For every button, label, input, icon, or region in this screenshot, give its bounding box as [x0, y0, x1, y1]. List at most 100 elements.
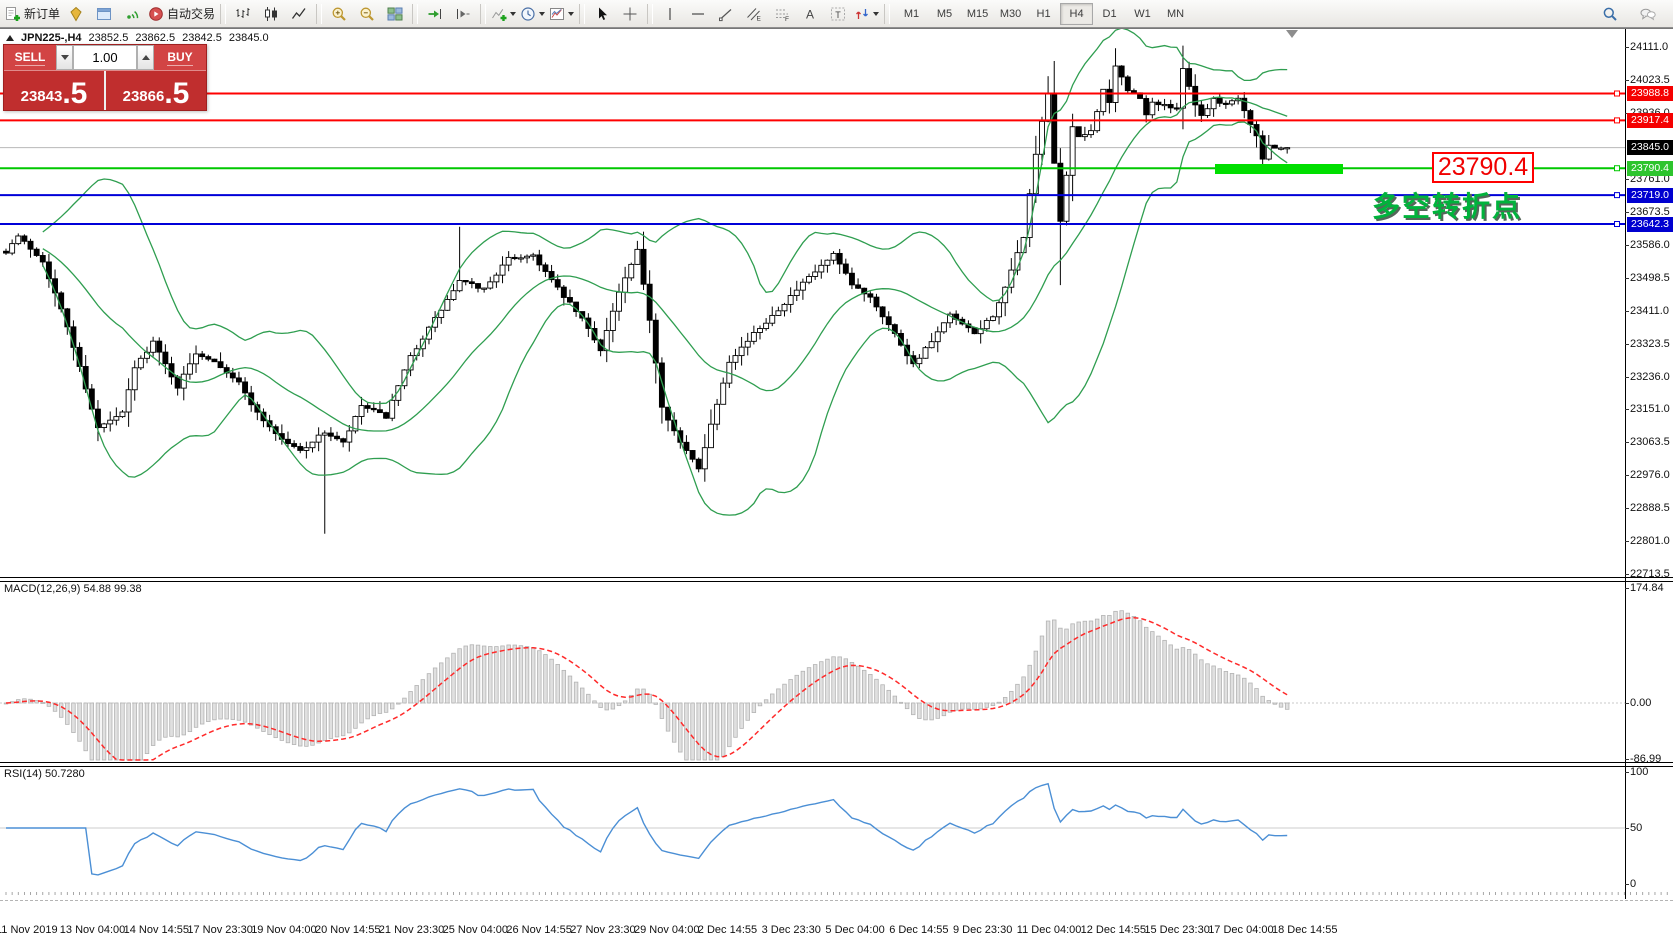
- timeframe-m5[interactable]: M5: [928, 3, 961, 25]
- candlestick-chart-button[interactable]: [257, 3, 285, 25]
- price-tick-label: 24023.5: [1630, 74, 1670, 86]
- collapse-panel-icon[interactable]: [6, 35, 14, 41]
- rsi-axis-label: 100: [1630, 766, 1648, 778]
- dropdown-arrow-icon: [510, 12, 516, 16]
- sell-price-button[interactable]: 23843.5: [4, 71, 104, 110]
- text-label-button[interactable]: T: [824, 3, 852, 25]
- periods-icon: [520, 6, 536, 22]
- tile-icon: [387, 6, 403, 22]
- horizontal-line-button[interactable]: [684, 3, 712, 25]
- time-axis-ticks: [0, 891, 1673, 899]
- indicators-button[interactable]: [489, 3, 518, 25]
- buy-price-button[interactable]: 23866.5: [104, 71, 206, 110]
- timeframe-h1[interactable]: H1: [1027, 3, 1060, 25]
- arrows-button[interactable]: [852, 3, 881, 25]
- ohlc-close: 23845.0: [229, 32, 269, 44]
- templates-button[interactable]: [547, 3, 576, 25]
- toolbar-separator: [884, 4, 890, 24]
- price-tick-label: 23151.0: [1630, 403, 1670, 415]
- chart-shift-button[interactable]: [449, 3, 477, 25]
- buy-button[interactable]: BUY: [154, 45, 206, 70]
- buy-price-main: 23866: [123, 89, 165, 104]
- rsi-axis-label: 50: [1630, 822, 1642, 834]
- indicators-icon: [491, 6, 507, 22]
- time-label: 13 Nov 04:00: [60, 924, 125, 936]
- time-label: 15 Dec 23:30: [1144, 924, 1209, 936]
- timeframe-m15[interactable]: M15: [961, 3, 994, 25]
- axis-tick-mark: [1625, 541, 1629, 542]
- new-order-button[interactable]: 新订单: [3, 3, 62, 25]
- time-label: 27 Nov 23:30: [570, 924, 635, 936]
- toolbar: 新订单 自动交易 EFA T M1M5M15M30H1H4D1W1MN: [0, 0, 1673, 28]
- timeframe-switcher: M1M5M15M30H1H4D1W1MN: [895, 3, 1192, 25]
- ohlc-high: 23862.5: [135, 32, 175, 44]
- line-chart-button[interactable]: [285, 3, 313, 25]
- tile-windows-button[interactable]: [381, 3, 409, 25]
- svg-text:T: T: [835, 9, 841, 19]
- highlight-rectangle[interactable]: [1215, 164, 1343, 174]
- axis-tick-mark: [1625, 475, 1629, 476]
- chart-header: JPN225-,H4 23852.5 23862.5 23842.5 23845…: [6, 32, 269, 44]
- ohlc-low: 23842.5: [182, 32, 222, 44]
- pivot-annotation[interactable]: 多空转折点: [1372, 185, 1522, 225]
- autotrading-button[interactable]: 自动交易: [146, 3, 217, 25]
- axis-tick-mark: [1625, 828, 1629, 829]
- price-tick-label: 23323.5: [1630, 338, 1670, 350]
- volume-input[interactable]: 1.00: [73, 45, 137, 70]
- signal-button[interactable]: [118, 3, 146, 25]
- timeframe-m1[interactable]: M1: [895, 3, 928, 25]
- search-button[interactable]: [1596, 3, 1624, 25]
- sell-price-main: 23843: [21, 89, 63, 104]
- vertical-line-button[interactable]: [656, 3, 684, 25]
- zoom-out-button[interactable]: [353, 3, 381, 25]
- time-label: 2 Dec 14:55: [698, 924, 757, 936]
- market-watch-button[interactable]: [62, 3, 90, 25]
- sell-button[interactable]: SELL: [4, 45, 56, 70]
- sell-price-frac: .5: [62, 81, 87, 107]
- auto-scroll-button[interactable]: [421, 3, 449, 25]
- chat-button[interactable]: [1634, 3, 1662, 25]
- timeframe-m30[interactable]: M30: [994, 3, 1027, 25]
- bar-chart-button[interactable]: [229, 3, 257, 25]
- zoom-in-button[interactable]: [325, 3, 353, 25]
- price-chart[interactable]: [0, 29, 1625, 577]
- axis-tick-mark: [1625, 588, 1629, 589]
- chat-icon: [1640, 6, 1656, 22]
- timeframe-d1[interactable]: D1: [1093, 3, 1126, 25]
- axis-tick-mark: [1625, 80, 1629, 81]
- axis-tick-mark: [1625, 759, 1629, 760]
- equidistant-channel-button[interactable]: E: [740, 3, 768, 25]
- rsi-line: [6, 784, 1287, 875]
- macd-axis-label: 174.84: [1630, 582, 1664, 594]
- cursor-button[interactable]: [588, 3, 616, 25]
- crosshair-button[interactable]: [616, 3, 644, 25]
- axis-tick-mark: [1625, 278, 1629, 279]
- text-button[interactable]: A: [796, 3, 824, 25]
- timeframe-w1[interactable]: W1: [1126, 3, 1159, 25]
- volume-increase-button[interactable]: [137, 45, 154, 70]
- volume-decrease-button[interactable]: [56, 45, 73, 70]
- price-tick-label: 23236.0: [1630, 371, 1670, 383]
- toolbar-separator: [316, 4, 322, 24]
- price-tick-label: 22976.0: [1630, 469, 1670, 481]
- time-label: 14 Nov 14:55: [124, 924, 189, 936]
- timeframe-h4[interactable]: H4: [1060, 3, 1093, 25]
- autoscroll-icon: [427, 6, 443, 22]
- toolbar-separator: [647, 4, 653, 24]
- toolbar-separator: [412, 4, 418, 24]
- data-window-button[interactable]: [90, 3, 118, 25]
- chart-shift-marker[interactable]: [1286, 30, 1298, 38]
- macd-label: MACD(12,26,9) 54.88 99.38: [4, 583, 142, 595]
- time-label: 6 Dec 14:55: [889, 924, 948, 936]
- fibonacci-button[interactable]: F: [768, 3, 796, 25]
- price-tag-23845.0: 23845.0: [1627, 140, 1673, 155]
- trendline-button[interactable]: [712, 3, 740, 25]
- timeframe-mn[interactable]: MN: [1159, 3, 1192, 25]
- time-label: 25 Nov 04:00: [443, 924, 508, 936]
- price-callout-box[interactable]: 23790.4: [1432, 152, 1534, 183]
- rsi-pane[interactable]: [0, 766, 1625, 891]
- time-label: 9 Dec 23:30: [953, 924, 1012, 936]
- macd-pane[interactable]: [0, 581, 1625, 762]
- price-axis-border: [1625, 29, 1626, 899]
- periods-button[interactable]: [518, 3, 547, 25]
